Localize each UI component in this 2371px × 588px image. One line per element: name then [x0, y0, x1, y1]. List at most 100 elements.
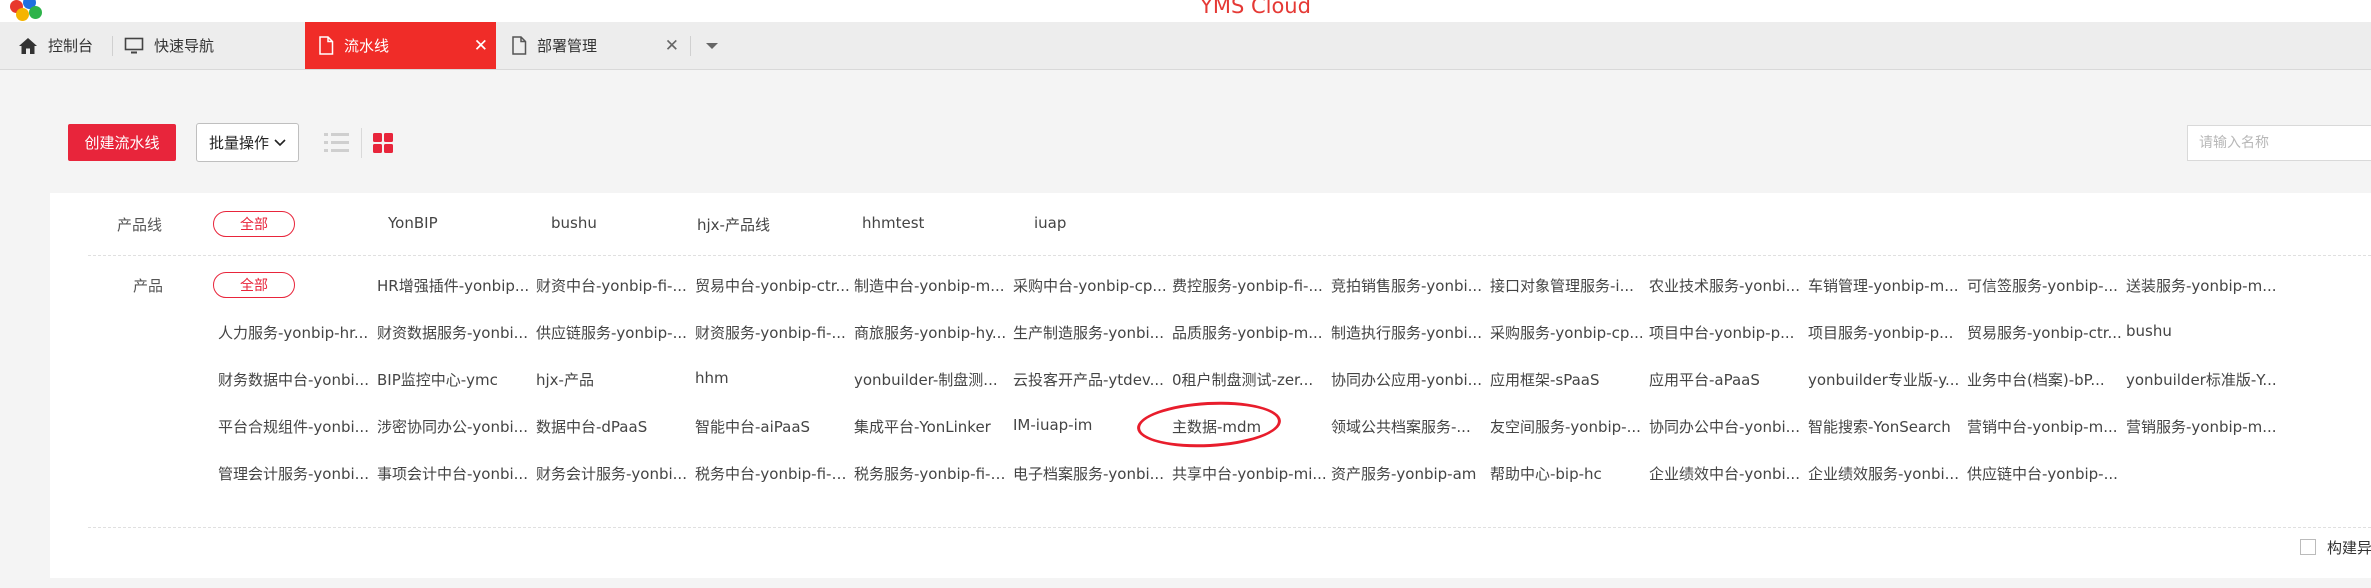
product-line-item[interactable]: hjx-产品线	[697, 214, 770, 235]
product-item[interactable]: 云投客开产品-ytdev...	[1013, 369, 1164, 390]
view-divider	[361, 128, 362, 158]
product-item[interactable]: 制造中台-yonbip-m...	[854, 275, 1005, 296]
tab-deploy-management[interactable]: 部署管理 ✕	[497, 22, 687, 69]
product-item[interactable]: 税务服务-yonbip-fi-t...	[854, 463, 1010, 484]
product-item[interactable]: 人力服务-yonbip-hr...	[218, 322, 368, 343]
product-all-button[interactable]: 全部	[213, 272, 295, 298]
product-item[interactable]: 管理会计服务-yonbi...	[218, 463, 369, 484]
product-item[interactable]: 协同办公应用-yonbi...	[1331, 369, 1482, 390]
product-item[interactable]: 事项会计中台-yonbi...	[377, 463, 528, 484]
product-item[interactable]: 财资数据服务-yonbi...	[377, 322, 528, 343]
build-checkbox[interactable]	[2300, 539, 2316, 555]
product-item[interactable]: 营销中台-yonbip-m...	[1967, 416, 2118, 437]
grid-view-icon[interactable]	[373, 133, 394, 158]
product-line-all-button[interactable]: 全部	[213, 211, 295, 237]
product-item[interactable]: yonbuilder标准版-Y...	[2126, 369, 2277, 390]
filter-divider	[88, 255, 2371, 256]
product-item[interactable]: 费控服务-yonbip-fi-...	[1172, 275, 1323, 296]
tab-label: 控制台	[48, 37, 94, 55]
home-icon	[18, 37, 38, 55]
tab-pipeline[interactable]: 流水线 ✕	[305, 22, 496, 69]
product-item[interactable]: 竞拍销售服务-yonbi...	[1331, 275, 1482, 296]
tab-bar: 控制台 快速导航 流水线 ✕ 部署管理 ✕	[0, 22, 2371, 70]
product-item[interactable]: 企业绩效中台-yonbi...	[1649, 463, 1800, 484]
product-item[interactable]: 生产制造服务-yonbi...	[1013, 322, 1164, 343]
product-item[interactable]: 营销服务-yonbip-m...	[2126, 416, 2277, 437]
close-icon[interactable]: ✕	[474, 36, 488, 56]
product-item[interactable]: 项目中台-yonbip-p...	[1649, 322, 1794, 343]
product-item[interactable]: 商旅服务-yonbip-hy...	[854, 322, 1006, 343]
product-item[interactable]: yonbuilder专业版-y...	[1808, 369, 1959, 390]
product-item[interactable]: 贸易服务-yonbip-ctr...	[1967, 322, 2122, 343]
list-view-icon[interactable]	[324, 132, 349, 157]
product-line-item[interactable]: hhmtest	[862, 214, 924, 232]
product-item[interactable]: 应用框架-sPaaS	[1490, 369, 1600, 390]
product-item[interactable]: 共享中台-yonbip-mi...	[1172, 463, 1327, 484]
product-item[interactable]: 项目服务-yonbip-p...	[1808, 322, 1953, 343]
product-item[interactable]: 平台合规组件-yonbi...	[218, 416, 369, 437]
product-line-item[interactable]: bushu	[551, 214, 597, 232]
product-item[interactable]: 制造执行服务-yonbi...	[1331, 322, 1482, 343]
product-item[interactable]: 领域公共档案服务-...	[1331, 416, 1471, 437]
build-checkbox-label: 构建异	[2327, 539, 2371, 557]
product-item[interactable]: bushu	[2126, 322, 2172, 340]
product-item[interactable]: 应用平台-aPaaS	[1649, 369, 1760, 390]
product-item[interactable]: 财资中台-yonbip-fi-...	[536, 275, 687, 296]
product-item[interactable]: 业务中台(档案)-bP...	[1967, 369, 2105, 390]
product-item[interactable]: 可信签服务-yonbip-...	[1967, 275, 2118, 296]
product-item[interactable]: 智能搜索-YonSearch	[1808, 416, 1951, 437]
product-item[interactable]: HR增强插件-yonbip...	[377, 275, 529, 296]
product-item[interactable]: 集成平台-YonLinker	[854, 416, 991, 437]
product-line-item[interactable]: iuap	[1034, 214, 1066, 232]
close-icon[interactable]: ✕	[665, 36, 679, 56]
create-pipeline-button[interactable]: 创建流水线	[68, 124, 176, 161]
product-item[interactable]: 协同办公中台-yonbi...	[1649, 416, 1800, 437]
product-item[interactable]: 车销管理-yonbip-m...	[1808, 275, 1959, 296]
product-item[interactable]: 品质服务-yonbip-m...	[1172, 322, 1323, 343]
product-line-item[interactable]: YonBIP	[388, 214, 438, 232]
product-item[interactable]: 涉密协同办公-yonbi...	[377, 416, 528, 437]
product-item[interactable]: 税务中台-yonbip-fi-t...	[695, 463, 851, 484]
product-item[interactable]: 采购服务-yonbip-cp...	[1490, 322, 1644, 343]
product-item[interactable]: 友空间服务-yonbip-...	[1490, 416, 1641, 437]
product-item[interactable]: 接口对象管理服务-i...	[1490, 275, 1634, 296]
product-item[interactable]: BIP监控中心-ymc	[377, 369, 498, 390]
product-item[interactable]: 采购中台-yonbip-cp...	[1013, 275, 1167, 296]
app-title: YMS Cloud	[1200, 0, 1311, 18]
chevron-down-icon	[274, 138, 286, 147]
tab-quick-nav[interactable]: 快速导航	[124, 22, 294, 69]
monitor-icon	[124, 37, 144, 55]
product-label: 产品	[133, 277, 164, 295]
product-item[interactable]: 财务数据中台-yonbi...	[218, 369, 369, 390]
app-logo-icon	[10, 0, 46, 22]
product-item[interactable]: 供应链中台-yonbip-...	[1967, 463, 2118, 484]
product-item[interactable]: 帮助中心-bip-hc	[1490, 463, 1602, 484]
product-item[interactable]: yonbuilder-制盘测...	[854, 369, 998, 390]
product-item[interactable]: 贸易中台-yonbip-ctr...	[695, 275, 850, 296]
product-line-label: 产品线	[117, 216, 163, 234]
product-item[interactable]: 财资服务-yonbip-fi-...	[695, 322, 846, 343]
product-item[interactable]: 供应链服务-yonbip-...	[536, 322, 687, 343]
product-item[interactable]: hhm	[695, 369, 729, 387]
product-item[interactable]: hjx-产品	[536, 369, 594, 390]
document-icon	[511, 36, 527, 55]
tab-label: 流水线	[344, 37, 390, 55]
product-item[interactable]: 企业绩效服务-yonbi...	[1808, 463, 1959, 484]
tab-label: 快速导航	[154, 37, 215, 55]
product-item[interactable]: 智能中台-aiPaaS	[695, 416, 810, 437]
product-item[interactable]: 数据中台-dPaaS	[536, 416, 647, 437]
tab-console[interactable]: 控制台	[18, 22, 110, 69]
product-item[interactable]: 0租户制盘测试-zer...	[1172, 369, 1313, 390]
batch-actions-dropdown[interactable]: 批量操作	[196, 123, 299, 162]
filter-divider	[88, 527, 2371, 528]
tab-overflow-dropdown[interactable]	[692, 22, 732, 69]
product-item[interactable]: 农业技术服务-yonbi...	[1649, 275, 1800, 296]
product-item[interactable]: IM-iuap-im	[1013, 416, 1092, 434]
search-input[interactable]	[2187, 125, 2371, 161]
product-item[interactable]: 财务会计服务-yonbi...	[536, 463, 687, 484]
product-item[interactable]: 电子档案服务-yonbi...	[1013, 463, 1164, 484]
batch-actions-label: 批量操作	[208, 134, 269, 152]
product-item[interactable]: 资产服务-yonbip-am	[1331, 463, 1476, 484]
tab-divider	[690, 36, 691, 56]
product-item[interactable]: 送装服务-yonbip-m...	[2126, 275, 2277, 296]
